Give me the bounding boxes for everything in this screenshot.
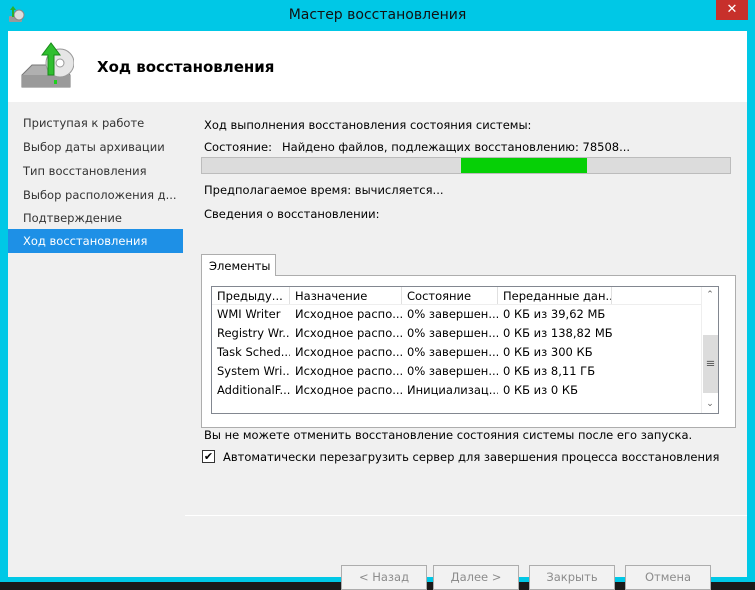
step-getting-started[interactable]: Приступая к работе [8, 111, 183, 135]
table-row[interactable]: System Wri... Исходное распо... 0% заверше… [212, 362, 718, 381]
column-header[interactable]: Состояние [402, 287, 498, 304]
elements-list[interactable]: Предыду... Назначение Состояние Переданн… [211, 286, 719, 414]
table-cell: Исходное распо... [295, 326, 402, 340]
step-recovery-progress[interactable]: Ход восстановления [8, 229, 183, 253]
wizard-steps: Приступая к работе Выбор даты архивации … [8, 104, 183, 577]
table-cell: 0% завершен... [407, 345, 498, 359]
progress-bar [201, 157, 731, 174]
table-cell: System Wri... [217, 364, 290, 378]
cancel-button[interactable]: Отмена [625, 565, 711, 590]
column-header[interactable]: Предыду... [212, 287, 290, 304]
scroll-down-icon[interactable]: ⌄ [702, 396, 718, 413]
table-cell: 0% завершен... [407, 307, 498, 321]
table-cell: 0% завершен... [407, 326, 498, 340]
column-header[interactable]: Переданные дан... [498, 287, 612, 304]
table-cell: AdditionalF... [217, 383, 290, 397]
table-row[interactable]: AdditionalF... Исходное распо... Инициализ… [212, 381, 718, 400]
table-cell: Исходное распо... [295, 345, 402, 359]
warning-text: Вы не можете отменить восстановление сос… [204, 428, 693, 442]
table-cell: 0% завершен... [407, 364, 498, 378]
table-cell: Исходное распо... [295, 307, 402, 321]
progress-heading: Ход выполнения восстановления состояния … [204, 118, 532, 132]
close-button[interactable]: Закрыть [529, 565, 615, 590]
main-panel: Ход выполнения восстановления состояния … [185, 104, 747, 590]
column-header[interactable]: Назначение [290, 287, 402, 304]
status-value: Найдено файлов, подлежащих восстановлени… [282, 140, 631, 154]
step-confirmation[interactable]: Подтверждение [8, 206, 183, 229]
restore-disk-icon [21, 42, 74, 88]
table-row[interactable]: WMI Writer Исходное распо... 0% завершен..… [212, 305, 718, 324]
step-recovery-type[interactable]: Тип восстановления [8, 159, 183, 183]
table-row[interactable]: Task Sched... Исходное распо... 0% заверше… [212, 343, 718, 362]
vertical-scrollbar[interactable]: ⌃ ≡ ⌄ [701, 287, 718, 413]
table-cell: 0 КБ из 8,11 ГБ [503, 364, 596, 378]
table-cell: Registry Wr... [217, 326, 290, 340]
table-cell: Исходное распо... [295, 364, 402, 378]
table-cell: 0 КБ из 0 КБ [503, 383, 578, 397]
close-window-button[interactable]: ✕ [716, 0, 748, 20]
progress-fill [460, 158, 588, 173]
page-title: Ход восстановления [97, 58, 275, 76]
table-row[interactable]: Registry Wr... Исходное распо... 0% заверш… [212, 324, 718, 343]
tab-elements[interactable]: Элементы [201, 254, 276, 276]
wizard-header: Ход восстановления [8, 31, 747, 102]
auto-restart-label[interactable]: Автоматически перезагрузить сервер для з… [223, 450, 719, 464]
window-title: Мастер восстановления [288, 7, 467, 23]
status-label: Состояние: [204, 140, 272, 154]
wizard-window: Мастер восстановления ✕ Ход восстановлен… [0, 0, 755, 590]
tab-panel: Предыду... Назначение Состояние Переданн… [201, 275, 736, 428]
list-header: Предыду... Назначение Состояние Переданн… [212, 287, 718, 305]
back-button[interactable]: < Назад [341, 565, 427, 590]
table-cell: 0 КБ из 138,82 МБ [503, 326, 612, 340]
scroll-thumb[interactable]: ≡ [703, 335, 718, 393]
table-cell: Инициализац... [407, 383, 498, 397]
details-heading: Сведения о восстановлении: [204, 207, 380, 221]
auto-restart-checkbox[interactable]: ✔ [202, 450, 215, 463]
table-cell: WMI Writer [217, 307, 281, 321]
table-cell: Task Sched... [217, 345, 290, 359]
scroll-up-icon[interactable]: ⌃ [702, 287, 718, 304]
table-cell: 0 КБ из 300 КБ [503, 345, 593, 359]
step-backup-date[interactable]: Выбор даты архивации [8, 135, 183, 159]
table-cell: Исходное распо... [295, 383, 402, 397]
step-location[interactable]: Выбор расположения д... [8, 183, 183, 206]
estimated-time: Предполагаемое время: вычисляется... [204, 183, 444, 197]
next-button[interactable]: Далее > [433, 565, 519, 590]
table-cell: 0 КБ из 39,62 МБ [503, 307, 606, 321]
footer-divider [185, 515, 747, 516]
